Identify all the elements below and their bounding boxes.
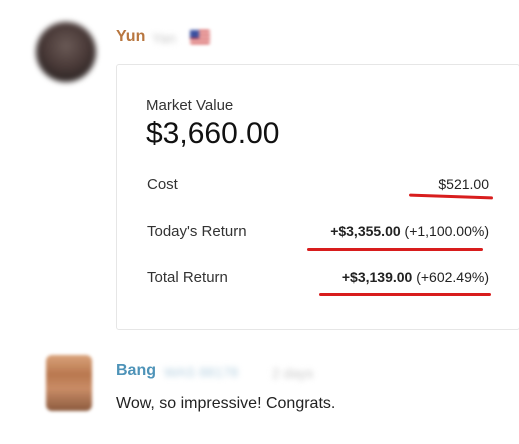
post-author-name[interactable]: Yun [116, 28, 145, 46]
reply-message: Wow, so impressive! Congrats. [116, 395, 336, 412]
total-return-pct: (+602.49%) [416, 269, 489, 285]
avatar-bang[interactable] [46, 355, 92, 411]
red-underline-todays-return [307, 248, 483, 251]
todays-return-pct: (+1,100.00%) [404, 223, 489, 239]
reply-meta-blurred: 2 days [272, 365, 314, 381]
post-author-name-blurred: Yan [152, 30, 176, 46]
todays-return-label: Today's Return [147, 223, 247, 240]
market-value-label: Market Value [146, 97, 234, 114]
avatar-yun[interactable] [36, 22, 96, 82]
total-return-label: Total Return [147, 269, 228, 286]
total-return-value: +$3,139.00 (+602.49%) [342, 269, 489, 285]
cost-amount: $521.00 [438, 176, 489, 192]
us-flag-icon [190, 30, 210, 44]
cost-label: Cost [147, 176, 178, 193]
red-underline-total-return [319, 293, 491, 296]
todays-return-value: +$3,355.00 (+1,100.00%) [330, 223, 489, 239]
red-underline-cost [408, 193, 494, 200]
total-return-amount: +$3,139.00 [341, 269, 413, 285]
reply-author-name[interactable]: Bang [116, 362, 156, 380]
market-value: $3,660.00 [146, 117, 280, 150]
cost-value: $521.00 [438, 176, 489, 192]
todays-return-amount: +$3,355.00 [330, 223, 401, 239]
reply-author-name-blurred: WAS 88178 [164, 364, 239, 380]
portfolio-card[interactable]: Market Value $3,660.00 Cost $521.00 Toda… [116, 64, 519, 330]
